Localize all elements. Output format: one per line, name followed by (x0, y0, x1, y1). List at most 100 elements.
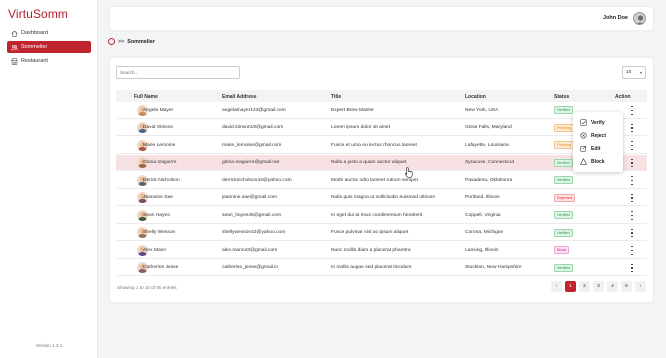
kebab-dot (631, 253, 633, 255)
kebab-dot (631, 127, 633, 129)
pagination: ‹ 1 2 3 4 5 › (548, 281, 646, 292)
more-actions-icon[interactable] (630, 211, 634, 220)
chevron-down-icon: ▾ (639, 70, 642, 75)
kebab-dot (631, 232, 633, 234)
cell-location: Syracuse, Connecticut (465, 160, 514, 165)
table-row[interactable]: David Stinson david.stinson19@gmail.com Lo… (116, 120, 647, 136)
menu-item-edit[interactable]: Edit (573, 142, 623, 155)
brand-logo[interactable]: VirtuSomm (8, 7, 68, 21)
cell-title: Morbi auctor odio laoreet rutrum semper (331, 177, 419, 183)
sidebar-item-label: Dashboard (21, 30, 48, 36)
kebab-dot (631, 271, 633, 273)
table-row[interactable]: Catherine Jesse catherine_jesse@gmail.in I… (116, 260, 647, 276)
kebab-dot (631, 193, 633, 195)
more-actions-icon[interactable] (630, 176, 634, 185)
check-square-icon (580, 119, 587, 126)
more-actions-icon[interactable] (630, 141, 634, 150)
mouse-cursor-icon (405, 167, 413, 178)
cell-location: Corona, Michigan (465, 230, 504, 235)
more-actions-icon[interactable] (630, 106, 634, 115)
table-row[interactable]: Jeannine Sae jeannine.sae@gmail.com Nulla … (116, 190, 647, 206)
sidebar-nav: Dashboard Sommelier Restaurant (7, 27, 91, 69)
sidebar-item-dashboard[interactable]: Dashboard (7, 27, 91, 39)
table-row[interactable]: Shelly Wesson shellywesson43@yahoo.com Fus… (116, 225, 647, 241)
kebab-dot (631, 106, 633, 108)
cell-name: Marie Lemoine (143, 142, 176, 148)
cell-title: Lorem ipsum dolor sit amet (331, 125, 390, 130)
status-badge: Verified (554, 106, 573, 114)
more-actions-icon[interactable] (630, 263, 634, 273)
column-header-location[interactable]: Location (465, 94, 486, 100)
store-icon (11, 57, 18, 65)
cell-title: Fusce et urna eu lectus rhoncus laoreet (331, 142, 417, 148)
kebab-dot (631, 214, 633, 217)
more-actions-icon[interactable] (630, 193, 634, 203)
status-badge: Verified (554, 263, 573, 272)
table-row[interactable]: Marie Lemoine marie_lemoine@gmail.com Fusc… (116, 137, 647, 154)
cell-title: Fusce pulvinar nisl ac ipsum aliquet (331, 230, 409, 235)
kebab-dot (631, 144, 633, 147)
user-avatar[interactable] (633, 12, 646, 25)
breadcrumb-home-icon[interactable] (108, 38, 115, 45)
kebab-dot (631, 123, 633, 125)
menu-item-verify[interactable]: Verify (573, 116, 623, 129)
menu-item-label: Reject (591, 132, 607, 139)
page-button-2[interactable]: 2 (579, 281, 590, 292)
user-name[interactable]: John Doe (603, 15, 628, 21)
cell-location: Lafayette, Louisiana (465, 142, 509, 148)
page-button-3[interactable]: 3 (593, 281, 604, 292)
kebab-dot (631, 246, 633, 248)
page-button-5[interactable]: 5 (621, 281, 632, 292)
sidebar-item-sommelier[interactable]: Sommelier (7, 41, 91, 53)
entries-info: Showing 1 to 10 of 50 entries (117, 285, 177, 290)
cell-location: New York, USA (465, 107, 499, 113)
kebab-dot (631, 162, 633, 164)
cell-email: david.stinson19@gmail.com (222, 125, 284, 130)
table-row[interactable]: Alex Mann alex.mann43@gmail.com Nunc molli… (116, 242, 647, 259)
sidebar-item-label: Sommelier (21, 44, 48, 50)
page-button-1[interactable]: 1 (565, 281, 576, 292)
cell-name: Angela Mayer (143, 107, 174, 113)
table-header: Full Name Email Address Title Location S… (116, 90, 647, 102)
column-header-name[interactable]: Full Name (134, 94, 158, 100)
menu-item-reject[interactable]: Reject (573, 129, 623, 142)
status-badge: Block (554, 246, 570, 254)
cell-name: Alex Mann (143, 247, 167, 253)
cell-name: Sean Hayes (143, 212, 170, 218)
more-actions-icon[interactable] (630, 246, 634, 255)
cell-email: jeannine.sae@gmail.com (222, 195, 277, 200)
sidebar-item-restaurant[interactable]: Restaurant (7, 55, 91, 67)
menu-item-label: Verify (591, 119, 605, 126)
kebab-dot (631, 158, 633, 160)
search-input[interactable] (116, 66, 240, 79)
table-row[interactable]: Sean Hayes sean_hayes45@gmail.com In eget … (116, 207, 647, 224)
more-actions-icon[interactable] (630, 158, 634, 168)
cell-name: David Stinson (143, 125, 174, 130)
kebab-dot (631, 183, 633, 185)
menu-item-block[interactable]: Block (573, 155, 623, 168)
table-row[interactable]: Derick Nicholson derricknicholson43@yahoo… (116, 172, 647, 189)
more-actions-icon[interactable] (630, 123, 634, 133)
page-button-4[interactable]: 4 (607, 281, 618, 292)
cell-name: Shelly Wesson (143, 230, 176, 235)
table-row[interactable]: Angela Mayer angelamayer143@gmail.com Expe… (116, 102, 647, 119)
page-size-select[interactable]: 10 ▾ (622, 66, 646, 79)
column-header-email[interactable]: Email Address (222, 94, 257, 100)
kebab-dot (631, 249, 633, 252)
cell-name: Catherine Jesse (143, 265, 179, 270)
column-header-status[interactable]: Status (554, 94, 569, 100)
status-badge: Verified (554, 211, 573, 219)
cell-name: Jeannine Sae (143, 195, 173, 200)
cell-title: In eget dui at risus condimentum hendrer… (331, 212, 423, 218)
prev-page-button[interactable]: ‹ (551, 281, 562, 292)
cell-email: shellywesson43@yahoo.com (222, 230, 286, 235)
top-bar: John Doe (110, 7, 653, 30)
more-actions-icon[interactable] (630, 228, 634, 238)
cell-email: alex.mann43@gmail.com (222, 247, 278, 253)
cell-name: Gloria Izaguirre (143, 160, 177, 165)
x-circle-icon (580, 132, 587, 139)
table-row[interactable]: Gloria Izaguirre gloria-izaguirre@gmail.n… (116, 154, 647, 171)
column-header-title[interactable]: Title (331, 94, 341, 100)
next-page-button[interactable]: › (635, 281, 646, 292)
cell-email: catherine_jesse@gmail.in (222, 265, 279, 270)
